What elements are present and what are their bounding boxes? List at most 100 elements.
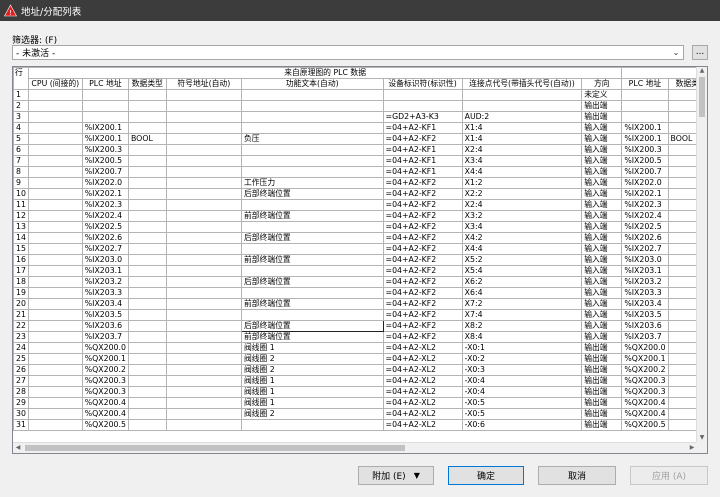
grid-cell[interactable]: 未定义 xyxy=(581,89,623,101)
grid-cell[interactable] xyxy=(240,309,384,321)
grid-cell[interactable] xyxy=(621,111,669,123)
filter-dropdown[interactable]: - 未激活 - ⌄ xyxy=(12,45,684,60)
table-row[interactable]: 27 %QX200.3 阀线圈 1 =04+A2-XL2 -X0:4 输出端 %QX200.… xyxy=(13,375,707,387)
grid-cell[interactable] xyxy=(27,353,83,365)
table-row[interactable]: 7 %IX200.5 =04+A2-KF1 X3:4 输入端 %IX200.5 xyxy=(13,155,707,167)
grid-cell[interactable]: %IX202.7 xyxy=(621,243,669,255)
horizontal-scroll-thumb[interactable] xyxy=(25,445,405,451)
grid-cell[interactable] xyxy=(127,166,167,178)
grid-cell[interactable] xyxy=(165,155,242,167)
grid-cell[interactable]: X2:4 xyxy=(461,199,583,211)
grid-cell[interactable]: =04+A2-XL2 xyxy=(382,408,463,420)
grid-cell[interactable]: X7:2 xyxy=(461,298,583,310)
grid-cell[interactable]: =04+A2-KF2 xyxy=(382,243,463,255)
grid-cell[interactable]: 输入端 xyxy=(581,122,623,134)
grid-cell[interactable] xyxy=(240,265,384,277)
grid-cell[interactable] xyxy=(165,221,242,233)
grid-cell[interactable]: %QX200.5 xyxy=(621,419,669,431)
grid-cell[interactable] xyxy=(165,386,242,398)
grid-cell[interactable] xyxy=(165,199,242,211)
table-row[interactable]: 14 %IX202.6 后部终端位置 =04+A2-KF2 X4:2 输入端 %IX202.… xyxy=(13,232,707,244)
grid-cell[interactable] xyxy=(165,287,242,299)
grid-cell[interactable]: %IX202.4 xyxy=(621,210,669,222)
grid-cell[interactable]: =04+A2-KF2 xyxy=(382,210,463,222)
grid-cell[interactable] xyxy=(81,111,129,123)
grid-cell[interactable]: -X0:4 xyxy=(461,375,583,387)
grid-cell[interactable] xyxy=(165,188,242,200)
table-row[interactable]: 4 %IX200.1 =04+A2-KF1 X1:4 输入端 %IX200.1 xyxy=(13,122,707,134)
filter-more-button[interactable]: ... xyxy=(692,45,708,60)
grid-cell[interactable]: 输入端 xyxy=(581,265,623,277)
table-row[interactable]: 29 %QX200.4 阀线圈 1 =04+A2-XL2 -X0:5 输出端 %QX200.… xyxy=(13,397,707,409)
vertical-scrollbar[interactable]: ▲ ▼ xyxy=(696,67,707,443)
grid-cell[interactable]: %IX203.1 xyxy=(621,265,669,277)
grid-cell[interactable]: -X0:4 xyxy=(461,386,583,398)
grid-cell[interactable]: =04+A2-XL2 xyxy=(382,364,463,376)
grid-cell[interactable]: %IX203.7 xyxy=(81,331,129,343)
grid-cell[interactable]: -X0:1 xyxy=(461,342,583,354)
grid-cell[interactable]: 工作压力 xyxy=(240,177,384,189)
grid-cell[interactable]: %IX203.4 xyxy=(81,298,129,310)
grid-cell[interactable]: 输出端 xyxy=(581,375,623,387)
grid-cell[interactable]: %IX203.7 xyxy=(621,331,669,343)
grid-cell[interactable]: %QX200.1 xyxy=(621,353,669,365)
grid-cell[interactable]: =04+A2-KF1 xyxy=(382,166,463,178)
grid-cell[interactable] xyxy=(165,254,242,266)
table-row[interactable]: 3 =GD2+A3-K3 AUD:2 输出端 xyxy=(13,111,707,123)
grid-cell[interactable]: %QX200.3 xyxy=(621,375,669,387)
table-row[interactable]: 25 %QX200.1 阀线圈 2 =04+A2-XL2 -X0:2 输出端 %QX200.… xyxy=(13,353,707,365)
grid-cell[interactable] xyxy=(240,155,384,167)
grid-cell[interactable]: =04+A2-XL2 xyxy=(382,375,463,387)
grid-cell[interactable] xyxy=(382,89,463,101)
grid-cell[interactable]: =04+A2-XL2 xyxy=(382,353,463,365)
grid-cell[interactable]: %IX200.3 xyxy=(621,144,669,156)
grid-cell[interactable] xyxy=(240,166,384,178)
grid-cell[interactable]: -X0:2 xyxy=(461,353,583,365)
grid-cell[interactable] xyxy=(127,408,167,420)
grid-cell[interactable] xyxy=(165,210,242,222)
grid-cell[interactable] xyxy=(127,364,167,376)
table-row[interactable]: 30 %QX200.4 阀线圈 2 =04+A2-XL2 -X0:5 输出端 %QX200.… xyxy=(13,408,707,420)
grid-cell[interactable] xyxy=(27,386,83,398)
table-row[interactable]: 11 %IX202.3 =04+A2-KF2 X2:4 输入端 %IX202.3 xyxy=(13,199,707,211)
grid-cell[interactable]: X6:2 xyxy=(461,276,583,288)
grid-cell[interactable] xyxy=(165,177,242,189)
grid-cell[interactable]: X3:4 xyxy=(461,221,583,233)
grid-cell[interactable]: %IX203.4 xyxy=(621,298,669,310)
grid-cell[interactable]: 输入端 xyxy=(581,155,623,167)
grid-cell[interactable]: =04+A2-KF2 xyxy=(382,188,463,200)
grid-cell[interactable]: BOOL xyxy=(127,133,167,145)
grid-cell[interactable] xyxy=(165,265,242,277)
table-row[interactable]: 19 %IX203.3 =04+A2-KF2 X6:4 输入端 %IX203.3 xyxy=(13,287,707,299)
grid-cell[interactable] xyxy=(27,331,83,343)
table-row[interactable]: 9 %IX202.0 工作压力 =04+A2-KF2 X1:2 输入端 %IX202.0 xyxy=(13,177,707,189)
chevron-down-icon[interactable]: ⌄ xyxy=(669,48,683,57)
grid-cell[interactable]: X2:2 xyxy=(461,188,583,200)
grid-cell[interactable] xyxy=(127,309,167,321)
grid-cell[interactable] xyxy=(165,397,242,409)
grid-cell[interactable] xyxy=(27,100,83,112)
grid-cell[interactable]: 阀线圈 1 xyxy=(240,397,384,409)
grid-cell[interactable] xyxy=(240,111,384,123)
grid-cell[interactable] xyxy=(165,309,242,321)
grid-cell[interactable]: =04+A2-XL2 xyxy=(382,342,463,354)
grid-cell[interactable] xyxy=(127,199,167,211)
table-row[interactable]: 13 %IX202.5 =04+A2-KF2 X3:4 输入端 %IX202.5 xyxy=(13,221,707,233)
grid-cell[interactable] xyxy=(127,397,167,409)
column-header[interactable]: 设备标识符(标识性) xyxy=(382,78,463,90)
grid-cell[interactable] xyxy=(165,364,242,376)
column-header[interactable]: 方向 xyxy=(581,78,623,90)
grid-cell[interactable]: %IX203.3 xyxy=(621,287,669,299)
selected-grid-cell[interactable]: 后部终端位置 xyxy=(240,320,384,332)
grid-cell[interactable] xyxy=(27,243,83,255)
grid-cell[interactable] xyxy=(127,89,167,101)
grid-cell[interactable]: %QX200.0 xyxy=(81,342,129,354)
grid-cell[interactable] xyxy=(127,276,167,288)
grid-cell[interactable] xyxy=(127,353,167,365)
grid-cell[interactable] xyxy=(165,419,242,431)
grid-cell[interactable]: =04+A2-XL2 xyxy=(382,397,463,409)
grid-cell[interactable] xyxy=(127,254,167,266)
grid-cell[interactable]: 阀线圈 1 xyxy=(240,375,384,387)
grid-cell[interactable] xyxy=(127,331,167,343)
grid-cell[interactable]: %QX200.4 xyxy=(81,408,129,420)
